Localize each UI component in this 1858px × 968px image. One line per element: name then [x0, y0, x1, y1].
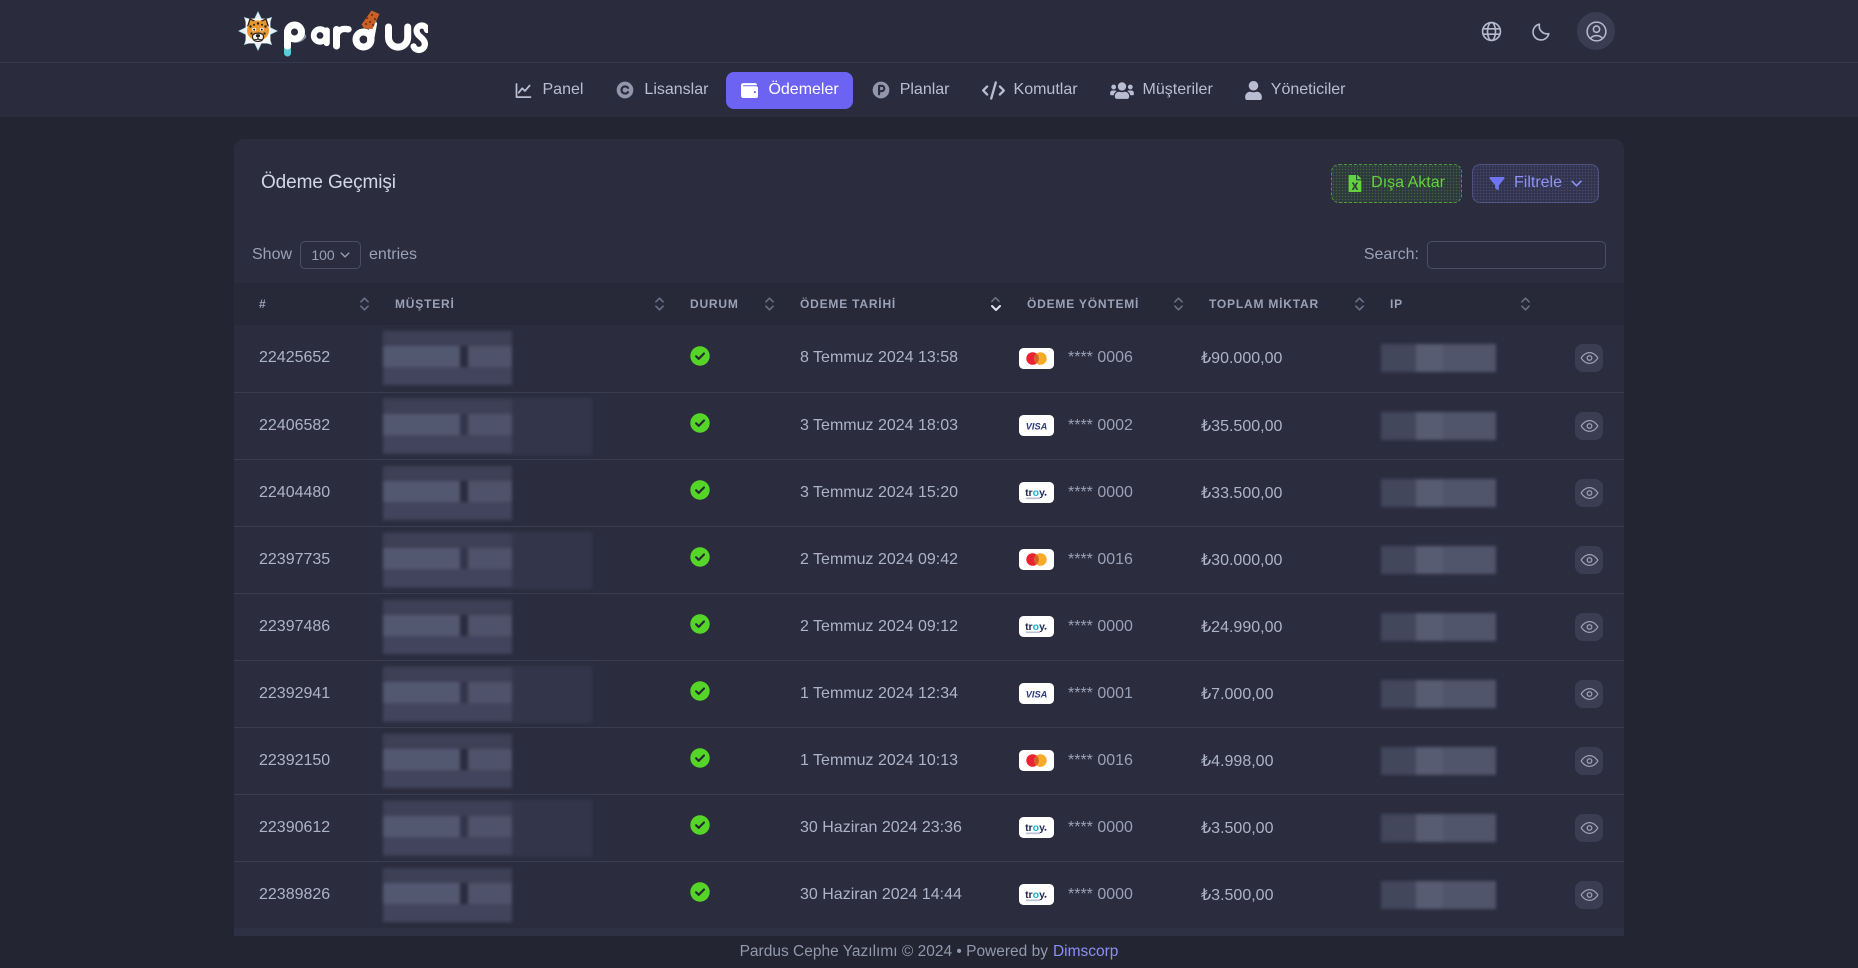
svg-text:troy: troy	[1025, 822, 1045, 834]
svg-text:troy: troy	[1025, 487, 1045, 499]
svg-text:troy: troy	[1025, 889, 1045, 901]
svg-text:VISA: VISA	[1026, 689, 1047, 699]
svg-text:troy: troy	[1025, 621, 1045, 633]
svg-text:VISA: VISA	[1026, 421, 1047, 431]
